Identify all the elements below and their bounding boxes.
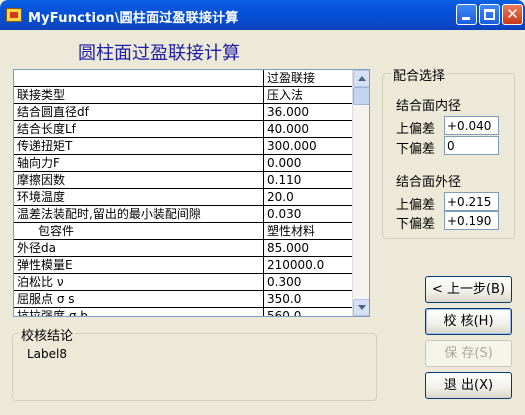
row-label: 屈服点 σ s — [14, 291, 264, 307]
previous-step-button[interactable]: < 上一步(B) — [425, 276, 512, 303]
row-label: 外径da — [14, 240, 264, 256]
row-label: 摩擦因数 — [14, 172, 264, 188]
scroll-down-button[interactable] — [353, 299, 369, 316]
row-label: 抗拉强度 σ b — [14, 308, 264, 316]
outer-lower-deviation-field[interactable] — [444, 211, 499, 230]
minimize-icon — [462, 17, 470, 20]
row-value[interactable]: 20.0 — [264, 189, 354, 205]
row-label: 联接类型 — [14, 87, 264, 103]
scroll-thumb[interactable] — [353, 87, 369, 105]
grid-vertical-scrollbar[interactable] — [352, 70, 369, 316]
table-row[interactable]: 传递扭矩T 300.000 — [14, 138, 354, 155]
exit-button[interactable]: 退 出(X) — [425, 372, 512, 399]
row-value[interactable]: 0.110 — [264, 172, 354, 188]
row-label: 结合圆直径df — [14, 104, 264, 120]
row-label: 轴向力F — [14, 155, 264, 171]
inner-upper-deviation-field[interactable] — [444, 116, 499, 135]
table-row[interactable]: 温差法装配时,留出的最小装配间隙 0.030 — [14, 206, 354, 223]
row-label: 传递扭矩T — [14, 138, 264, 154]
row-value[interactable]: 压入法 — [264, 87, 354, 103]
inner-lower-label: 下偏差 — [396, 142, 436, 157]
row-value[interactable]: 0.030 — [264, 206, 354, 222]
table-row[interactable]: 轴向力F 0.000 — [14, 155, 354, 172]
conclusion-text: Label8 — [27, 347, 68, 361]
table-row[interactable]: 结合圆直径df 36.000 — [14, 104, 354, 121]
chevron-down-icon — [358, 305, 366, 310]
row-value[interactable]: 36.000 — [264, 104, 354, 120]
outer-upper-label: 上偏差 — [396, 198, 436, 213]
minimize-button[interactable] — [456, 4, 477, 25]
check-button[interactable]: 校 核(H) — [425, 308, 512, 335]
title-bar: MyFunction\圆柱面过盈联接计算 ✕ — [0, 0, 525, 30]
conclusion-legend: 校核结论 — [19, 325, 76, 344]
conclusion-group: 校核结论 — [12, 325, 377, 401]
row-value[interactable]: 560.0 — [264, 308, 354, 316]
grid-header-blank — [14, 70, 264, 86]
row-value[interactable]: 塑性材料 — [264, 223, 354, 239]
grid-body: 过盈联接 联接类型 压入法 结合圆直径df 36.000 结合长度Lf 40.000 传递扭… — [14, 70, 354, 316]
inner-lower-deviation-field[interactable] — [444, 136, 499, 155]
window-title: MyFunction\圆柱面过盈联接计算 — [28, 11, 239, 26]
save-button[interactable]: 保 存(S) — [425, 340, 512, 367]
table-row[interactable]: 摩擦因数 0.110 — [14, 172, 354, 189]
row-value[interactable]: 300.000 — [264, 138, 354, 154]
close-button[interactable]: ✕ — [502, 4, 523, 25]
grid-header-row: 过盈联接 — [14, 70, 354, 87]
outer-lower-label: 下偏差 — [396, 217, 436, 232]
table-row[interactable]: 泊松比 ν 0.300 — [14, 274, 354, 291]
fit-selection-legend: 配合选择 — [391, 65, 448, 84]
row-label: 泊松比 ν — [14, 274, 264, 290]
parameter-grid[interactable]: 过盈联接 联接类型 压入法 结合圆直径df 36.000 结合长度Lf 40.000 传递扭… — [13, 69, 370, 317]
table-row[interactable]: 抗拉强度 σ b 560.0 — [14, 308, 354, 316]
table-row[interactable]: 屈服点 σ s 350.0 — [14, 291, 354, 308]
row-value[interactable]: 350.0 — [264, 291, 354, 307]
row-value[interactable]: 85.000 — [264, 240, 354, 256]
inner-upper-label: 上偏差 — [396, 122, 436, 137]
table-row[interactable]: 包容件 塑性材料 — [14, 223, 354, 240]
scroll-up-button[interactable] — [353, 70, 369, 87]
row-label: 环境温度 — [14, 189, 264, 205]
outer-upper-deviation-field[interactable] — [444, 192, 499, 211]
table-row[interactable]: 弹性模量E 210000.0 — [14, 257, 354, 274]
maximize-button[interactable] — [479, 4, 500, 25]
table-row[interactable]: 外径da 85.000 — [14, 240, 354, 257]
row-value[interactable]: 210000.0 — [264, 257, 354, 273]
row-value[interactable]: 40.000 — [264, 121, 354, 137]
row-value[interactable]: 0.000 — [264, 155, 354, 171]
chevron-up-icon — [358, 76, 366, 81]
inner-diameter-title: 结合面内径 — [396, 99, 462, 114]
close-icon: ✕ — [506, 5, 519, 23]
row-label: 温差法装配时,留出的最小装配间隙 — [14, 206, 264, 222]
row-label: 弹性模量E — [14, 257, 264, 273]
app-icon — [6, 8, 22, 22]
table-row[interactable]: 环境温度 20.0 — [14, 189, 354, 206]
grid-header-col1: 过盈联接 — [264, 70, 354, 86]
maximize-icon — [484, 9, 495, 20]
table-row[interactable]: 联接类型 压入法 — [14, 87, 354, 104]
row-label: 包容件 — [14, 223, 264, 239]
row-label: 结合长度Lf — [14, 121, 264, 137]
outer-diameter-title: 结合面外径 — [396, 175, 462, 190]
row-value[interactable]: 0.300 — [264, 274, 354, 290]
table-row[interactable]: 结合长度Lf 40.000 — [14, 121, 354, 138]
page-title: 圆柱面过盈联接计算 — [78, 43, 240, 64]
